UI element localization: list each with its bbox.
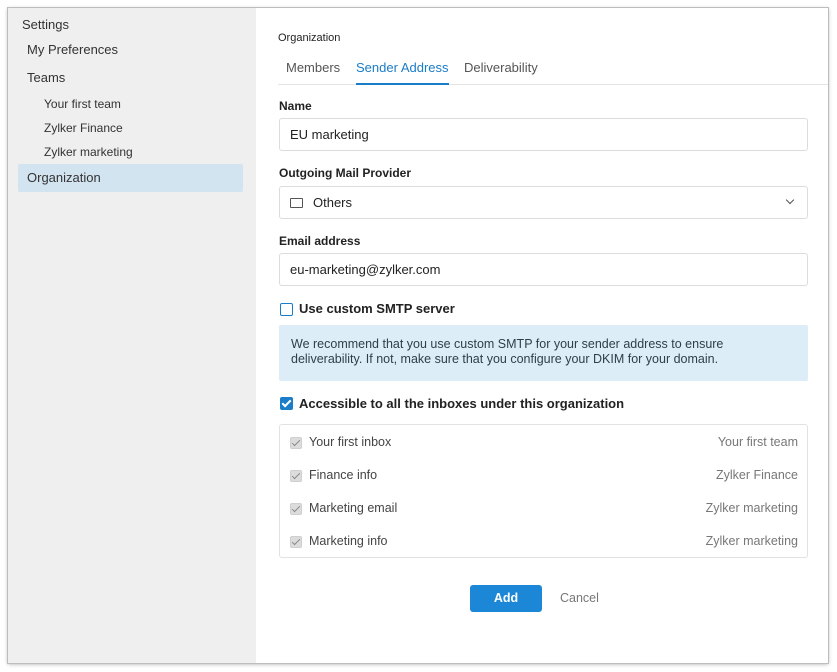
inbox-name: Finance info <box>309 468 378 482</box>
inbox-list: Your first inbox Your first team Finance… <box>279 424 808 558</box>
sidebar: Settings My Preferences Teams Your first… <box>8 8 256 663</box>
checkbox-icon <box>290 437 302 449</box>
accessible-label: Accessible to all the inboxes under this… <box>299 396 625 411</box>
smtp-info-banner: We recommend that you use custom SMTP fo… <box>279 325 808 381</box>
email-field[interactable]: eu-marketing@zylker.com <box>279 253 808 286</box>
name-field[interactable]: EU marketing <box>279 118 808 151</box>
tab-bar: Members Sender Address Deliverability <box>278 60 828 85</box>
accessible-checkbox[interactable] <box>280 397 293 410</box>
provider-select[interactable]: Others <box>279 186 808 219</box>
tab-deliverability[interactable]: Deliverability <box>464 60 538 84</box>
inbox-name: Your first inbox <box>309 435 392 449</box>
chevron-down-icon <box>785 195 795 205</box>
section-label: Organization <box>278 32 341 44</box>
email-label: Email address <box>279 234 361 248</box>
inbox-team: Zylker marketing <box>705 534 798 548</box>
sidebar-item-my-preferences[interactable]: My Preferences <box>27 42 118 57</box>
settings-window: Settings My Preferences Teams Your first… <box>8 8 828 663</box>
sidebar-title: Settings <box>22 17 69 32</box>
inbox-row: Marketing email Zylker marketing <box>280 499 807 519</box>
inbox-row: Finance info Zylker Finance <box>280 466 807 486</box>
main-panel: Organization Members Sender Address Deli… <box>256 8 828 663</box>
sidebar-item-zylker-finance[interactable]: Zylker Finance <box>44 121 123 135</box>
sidebar-item-your-first-team[interactable]: Your first team <box>44 97 121 111</box>
email-value: eu-marketing@zylker.com <box>290 262 441 277</box>
sidebar-item-zylker-marketing[interactable]: Zylker marketing <box>44 145 133 159</box>
inbox-name: Marketing email <box>309 501 398 515</box>
checkbox-icon <box>290 503 302 515</box>
custom-smtp-checkbox[interactable] <box>280 303 293 316</box>
inbox-row: Marketing info Zylker marketing <box>280 532 807 552</box>
mail-icon <box>290 197 303 208</box>
inbox-team: Your first team <box>717 435 798 449</box>
add-button[interactable]: Add <box>470 585 542 612</box>
name-value: EU marketing <box>290 127 369 142</box>
name-label: Name <box>279 99 312 113</box>
sidebar-item-organization[interactable]: Organization <box>27 170 101 185</box>
inbox-team: Zylker marketing <box>705 501 798 515</box>
checkbox-icon <box>290 470 302 482</box>
tab-sender-address[interactable]: Sender Address <box>356 60 449 85</box>
provider-label: Outgoing Mail Provider <box>279 166 412 180</box>
inbox-team: Zylker Finance <box>716 468 798 482</box>
provider-value: Others <box>313 195 353 210</box>
cancel-button[interactable]: Cancel <box>560 591 599 605</box>
sidebar-item-teams[interactable]: Teams <box>27 70 65 85</box>
tab-members[interactable]: Members <box>286 60 340 84</box>
checkbox-icon <box>290 536 302 548</box>
inbox-name: Marketing info <box>309 534 388 548</box>
inbox-row: Your first inbox Your first team <box>280 433 807 453</box>
smtp-info-text: We recommend that you use custom SMTP fo… <box>291 337 724 366</box>
custom-smtp-label: Use custom SMTP server <box>299 301 455 316</box>
